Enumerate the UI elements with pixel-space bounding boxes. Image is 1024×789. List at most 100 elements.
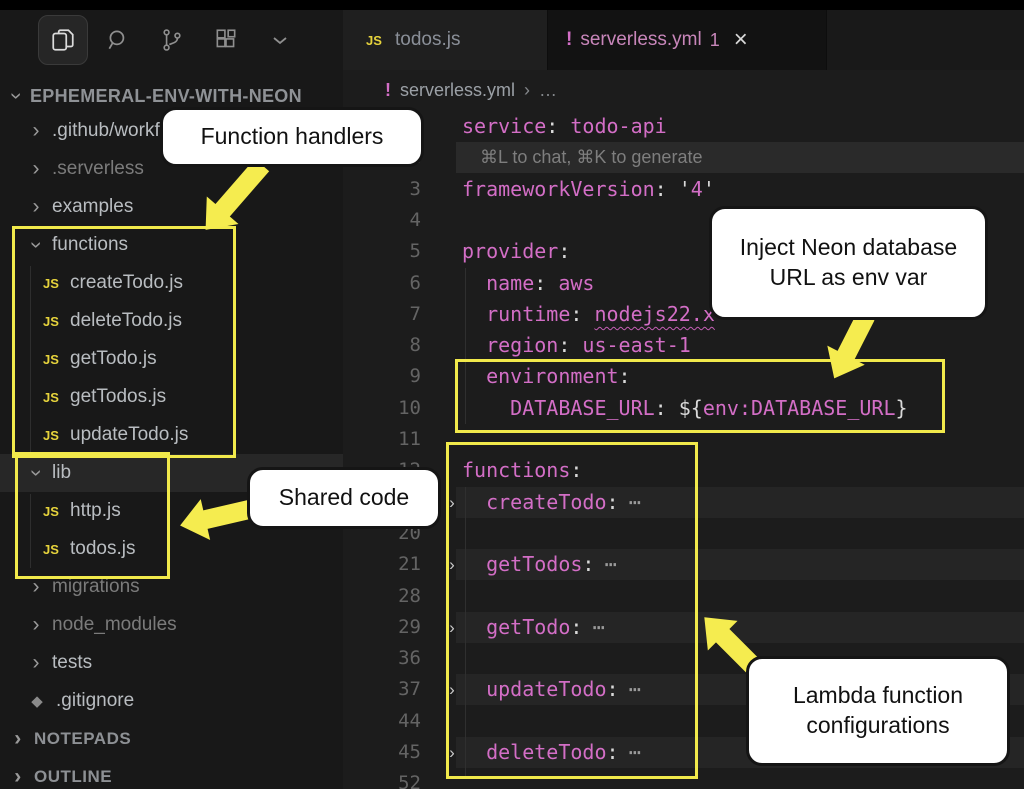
line-number: 28 bbox=[353, 581, 421, 612]
chevron-right-icon: › bbox=[26, 159, 46, 179]
window-top-edge bbox=[0, 0, 1024, 10]
line-number: 37 bbox=[353, 674, 421, 705]
line-number: 21 bbox=[353, 549, 421, 580]
code-line-10[interactable]: 10 DATABASE_URL: ${env:DATABASE_URL} bbox=[343, 393, 1024, 425]
code-line-52[interactable]: 52 bbox=[343, 768, 1024, 789]
js-file-icon: JS bbox=[38, 390, 64, 405]
chevron-right-icon: › bbox=[26, 121, 46, 141]
line-number: 10 bbox=[353, 393, 421, 424]
tree-item-node-modules[interactable]: ›node_modules bbox=[0, 606, 369, 644]
code-line-3[interactable]: 3frameworkVersion: '4' bbox=[343, 174, 1024, 206]
tree-item-label: createTodo.js bbox=[70, 272, 183, 294]
js-file-icon: JS bbox=[38, 352, 64, 367]
code-line-29[interactable]: 29 › getTodo: ⋯ bbox=[343, 612, 1024, 644]
tree-item-label: getTodo.js bbox=[70, 348, 157, 370]
tree-item-label: OUTLINE bbox=[34, 767, 112, 787]
tree-item-label: deleteTodo.js bbox=[70, 310, 182, 332]
tree-item-label: migrations bbox=[52, 576, 140, 598]
fold-chevron-icon[interactable]: › bbox=[442, 487, 462, 518]
fold-chevron-icon[interactable]: › bbox=[442, 674, 462, 705]
code-line-20[interactable]: 20 bbox=[343, 518, 1024, 550]
code-line-text: region: us-east-1 bbox=[462, 330, 691, 361]
fold-chevron-icon[interactable]: › bbox=[442, 549, 462, 580]
code-line-21[interactable]: 21› getTodos: ⋯ bbox=[343, 549, 1024, 581]
tree-item-label: NOTEPADS bbox=[34, 729, 131, 749]
chevron-right-icon: › bbox=[26, 653, 46, 673]
line-number: 9 bbox=[353, 361, 421, 392]
js-file-icon: JS bbox=[38, 542, 64, 557]
chevron-right-icon: › bbox=[26, 615, 46, 635]
code-line-text: createTodo: ⋯ bbox=[462, 487, 639, 518]
tree-item-deletetodo-js[interactable]: JS deleteTodo.js bbox=[0, 302, 381, 340]
chevron-down-icon: › bbox=[26, 463, 46, 483]
code-line-text: getTodo: ⋯ bbox=[462, 612, 603, 643]
tree-item-gettodo-js[interactable]: JS getTodo.js bbox=[0, 340, 381, 378]
tree-item-migrations[interactable]: › migrations bbox=[0, 568, 369, 606]
code-line-28[interactable]: 28 bbox=[343, 581, 1024, 613]
line-number: 36 bbox=[353, 643, 421, 674]
callout-shared-code: Shared code bbox=[247, 467, 441, 529]
code-line-text: DATABASE_URL: ${env:DATABASE_URL} bbox=[462, 393, 908, 424]
line-number: 6 bbox=[353, 268, 421, 299]
tree-item-label: getTodos.js bbox=[70, 386, 166, 408]
line-number: 11 bbox=[353, 424, 421, 455]
tree-item-label: .gitignore bbox=[56, 690, 134, 712]
code-line-12[interactable]: 12functions: bbox=[343, 455, 1024, 487]
tree-item-todos-js[interactable]: JS todos.js bbox=[0, 530, 381, 568]
code-line-9[interactable]: 9 environment: bbox=[343, 361, 1024, 393]
line-number: 45 bbox=[353, 737, 421, 768]
code-line-text: name: aws bbox=[462, 268, 594, 299]
code-line-text: deleteTodo: ⋯ bbox=[462, 737, 639, 768]
code-line-11[interactable]: 11 bbox=[343, 424, 1024, 456]
chevron-down-icon: › bbox=[26, 235, 46, 255]
tree-item-label: lib bbox=[52, 462, 71, 484]
tree-item-functions[interactable]: › functions bbox=[0, 226, 369, 264]
code-line-1[interactable]: 1service: todo-api bbox=[343, 111, 1024, 143]
code-line-text: service: todo-api bbox=[462, 111, 667, 142]
tree-item-tests[interactable]: ›tests bbox=[0, 644, 369, 682]
fold-chevron-icon[interactable]: › bbox=[442, 612, 462, 643]
tree-item-updatetodo-js[interactable]: JS updateTodo.js bbox=[0, 416, 381, 454]
tree-item-label: .serverless bbox=[52, 158, 144, 180]
code-indent-guide bbox=[465, 487, 466, 778]
tree-item-outline[interactable]: › OUTLINE bbox=[0, 758, 351, 789]
code-line-text: updateTodo: ⋯ bbox=[462, 674, 639, 705]
callout-lambda-configurations: Lambda function configurations bbox=[746, 656, 1010, 766]
tree-item--gitignore[interactable]: ◆ .gitignore bbox=[0, 682, 367, 720]
code-line-text: environment: bbox=[462, 361, 631, 392]
line-number: 7 bbox=[353, 299, 421, 330]
tree-item-label: functions bbox=[52, 234, 128, 256]
chevron-right-icon: › bbox=[26, 577, 46, 597]
code-line-8[interactable]: 8 region: us-east-1 bbox=[343, 330, 1024, 362]
code-line-text: runtime: nodejs22.x bbox=[462, 299, 715, 330]
callout-function-handlers: Function handlers bbox=[160, 107, 424, 167]
git-file-icon: ◆ bbox=[24, 692, 50, 710]
js-file-icon: JS bbox=[38, 428, 64, 443]
tree-item-label: updateTodo.js bbox=[70, 424, 188, 446]
tree-item-label: http.js bbox=[70, 500, 121, 522]
code-line-2[interactable]: ⌘L to chat, ⌘K to generate2 bbox=[343, 142, 1024, 174]
chevron-right-icon: › bbox=[8, 729, 28, 749]
chevron-right-icon: › bbox=[26, 197, 46, 217]
js-file-icon: JS bbox=[38, 504, 64, 519]
line-number: 44 bbox=[353, 706, 421, 737]
code-line-text: functions: bbox=[462, 455, 582, 486]
line-number: 29 bbox=[353, 612, 421, 643]
js-file-icon: JS bbox=[38, 314, 64, 329]
tree-item-label: todos.js bbox=[70, 538, 135, 560]
tree-item-createtodo-js[interactable]: JScreateTodo.js bbox=[0, 264, 381, 302]
line-number: 4 bbox=[353, 205, 421, 236]
line-number: 8 bbox=[353, 330, 421, 361]
code-line-13[interactable]: 13› createTodo: ⋯ bbox=[343, 487, 1024, 519]
line-number: 5 bbox=[353, 236, 421, 267]
chevron-right-icon: › bbox=[8, 767, 28, 787]
fold-chevron-icon[interactable]: › bbox=[442, 737, 462, 768]
tree-item-label: examples bbox=[52, 196, 133, 218]
tree-item-gettodos-js[interactable]: JS getTodos.js bbox=[0, 378, 381, 416]
tree-indent-guide bbox=[30, 266, 31, 454]
vscode-window: › EPHEMERAL-ENV-WITH-NEON ›.github/workf… bbox=[0, 0, 1024, 789]
code-line-text: frameworkVersion: '4' bbox=[462, 174, 715, 205]
callout-inject-neon-db-url: Inject Neon database URL as env var bbox=[709, 206, 988, 320]
tree-item-notepads[interactable]: › NOTEPADS bbox=[0, 720, 351, 758]
tree-item-examples[interactable]: › examples bbox=[0, 188, 369, 226]
